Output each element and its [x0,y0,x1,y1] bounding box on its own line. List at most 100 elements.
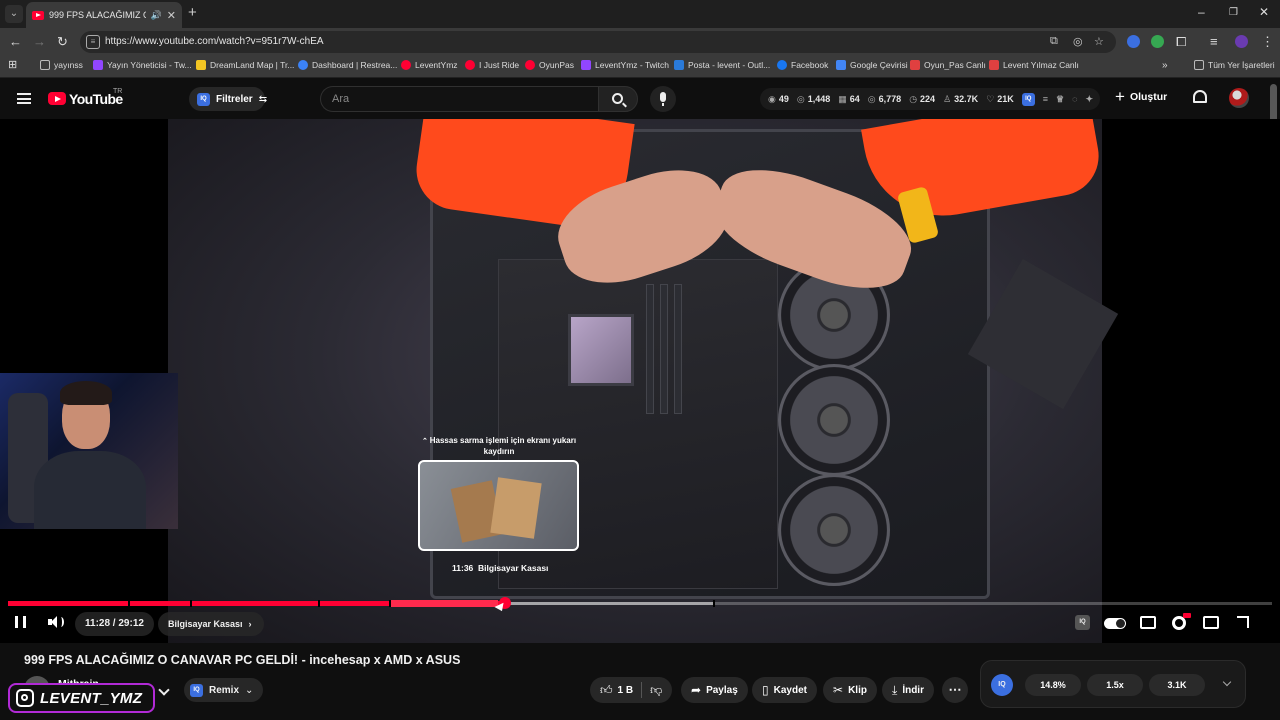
bookmark-item[interactable]: LeventYmz [401,60,458,70]
theater-mode-icon[interactable] [1203,616,1219,629]
install-app-icon[interactable]: ⧉ [1050,35,1058,48]
scissors-icon: ✂ [833,683,844,697]
filters-button[interactable]: IQ Filtreler ⇆ [189,87,268,111]
stat-value: 32.7K [954,94,979,104]
reload-icon[interactable]: ↻ [57,34,68,50]
close-tab-icon[interactable]: ✕ [167,9,176,22]
seek-preview-thumbnail [418,460,579,551]
bookmark-item[interactable]: LeventYmz - Twitch [581,60,669,70]
extension-green-icon[interactable] [1151,35,1164,48]
site-info-icon[interactable]: ≡ [86,35,100,49]
eye-off-icon[interactable]: ◎ [1073,35,1083,48]
apps-grid-icon[interactable]: ⊞ [8,58,17,71]
iq-player-icon[interactable]: IQ [1075,615,1090,630]
search-input[interactable]: Ara [320,86,598,112]
subtitles-icon[interactable] [1140,616,1156,629]
search-button[interactable] [598,86,638,112]
bookmark-item[interactable]: DreamLand Map | Tr... [196,60,294,70]
stat-value: 224 [920,94,936,104]
chapter-button[interactable]: Bilgisayar Kasası › [158,612,264,636]
save-button[interactable]: ▯ Kaydet [752,677,817,703]
guide-menu-icon[interactable] [17,93,31,104]
clip-button[interactable]: ✂ Klip [823,677,877,703]
chevron-down-icon[interactable] [1222,677,1232,687]
bookmark-label: yayınss [54,60,83,70]
remix-button[interactable]: IQ Remix ⌄ [184,678,264,702]
bookmark-label: Dashboard | Restrea... [312,60,398,70]
stat-value: 21K [997,94,1014,104]
list-icon[interactable]: ≡ [1043,94,1048,104]
bookmark-item[interactable]: Dashboard | Restrea... [298,60,397,70]
iq-stat-cell: 3.1K [1149,674,1205,696]
more-actions-button[interactable]: ⋯ [942,677,968,703]
pause-icon[interactable] [15,616,26,628]
fullscreen-icon[interactable] [1237,616,1249,628]
window-close-icon[interactable]: ✕ [1259,5,1269,19]
chat-icon[interactable]: ◌ [1072,94,1077,104]
bookmark-item[interactable]: I Just Ride [465,60,519,70]
tab-search-button[interactable]: ⌄ [5,5,23,23]
extensions-puzzle-icon[interactable]: ⧠ [1176,34,1186,50]
stat-item: ◎ 6,778 [868,94,901,105]
stat-item: ♙ 32.7K [943,94,978,105]
sliders-icon: ⇆ [258,93,268,105]
clock-icon: ◷ [909,93,918,104]
download-icon: ⤓ [892,682,898,697]
seek-hint-label: Hassas sarma işlemi için ekranı yukarı k… [429,436,577,456]
speaker-icon[interactable]: 🔊 [151,10,162,21]
download-button[interactable]: ⤓ İndir [882,677,934,703]
bookmark-label: DreamLand Map | Tr... [210,60,295,70]
bookmark-label: Oyun_Pas Canlı [924,60,986,70]
more-bookmarks-icon[interactable]: » [1162,60,1168,71]
minimize-icon[interactable]: – [1198,5,1205,19]
create-button[interactable]: + Oluştur [1115,87,1167,107]
voice-search-button[interactable] [650,86,676,112]
account-avatar[interactable] [1229,88,1249,108]
twitch-icon [581,60,591,70]
autoplay-toggle[interactable] [1104,618,1126,629]
restore-icon[interactable]: ❐ [1229,7,1238,18]
sparkle-icon[interactable]: ✦ [1085,94,1093,105]
settings-gear-icon[interactable] [1172,616,1186,630]
media-controls-icon[interactable]: ≡ [1210,34,1218,49]
bookmark-item[interactable]: Posta - levent - Outl... [674,60,770,70]
stat-item: ♡ 21K [986,94,1014,105]
volume-icon[interactable] [48,616,64,628]
address-bar[interactable]: ≡ https://www.youtube.com/watch?v=951r7W… [80,31,1116,53]
bookmarks-bar: ⊞ yayınss Yayın Yöneticisi - Tw... Dream… [0,56,1280,78]
notifications-bell-icon[interactable] [1193,90,1207,103]
profile-avatar[interactable] [1235,35,1248,48]
bookmark-item[interactable]: Oyun_Pas Canlı [910,60,986,70]
video-player[interactable]: ⌃ Hassas sarma işlemi için ekranı yukarı… [0,119,1280,643]
bookmark-star-icon[interactable]: ☆ [1094,35,1104,48]
streamer-hair-image [60,381,112,405]
stat-item: ◷ 224 [909,94,935,105]
thumbs-up-icon[interactable]: 👍︎ [600,683,613,698]
active-tab[interactable]: 999 FPS ALACAĞIMIZ O CANAVAR PC GELDİ! -… [26,2,182,28]
bookmark-item[interactable]: Facebook [777,60,828,70]
ram-stick-image [646,284,654,414]
like-count[interactable]: 1 B [618,685,634,696]
iq-icon: IQ [197,92,210,106]
chapter-marker [190,600,192,607]
bookmark-item[interactable]: Google Çevirisi [836,60,908,70]
bookmark-item[interactable]: yayınss [40,60,83,70]
thumbs-down-icon[interactable]: 👎︎ [650,683,662,698]
browser-menu-icon[interactable]: ⋮ [1261,34,1274,50]
forward-icon[interactable]: → [33,34,46,49]
bookmark-item[interactable]: Levent Yılmaz Canlı [989,60,1079,70]
extension-iq-icon[interactable] [1127,35,1140,48]
bookmark-item[interactable]: Yayın Yöneticisi - Tw... [93,60,192,70]
translate-icon [836,60,846,70]
bookmark-item[interactable]: OyunPas [525,60,574,70]
chapter-label: Bilgisayar Kasası [168,619,243,629]
trophy-icon[interactable]: ♕ [1056,94,1064,105]
iq-icon[interactable]: IQ [1021,92,1035,106]
new-tab-button[interactable]: + [188,4,197,21]
chevrons-up-icon: ⌃ [421,438,430,445]
url-text[interactable]: https://www.youtube.com/watch?v=951r7W-c… [105,36,324,47]
all-bookmarks-button[interactable]: Tüm Yer İşaretleri [1194,60,1275,70]
youtube-logo-icon[interactable] [48,92,66,105]
back-icon[interactable]: ← [9,34,22,49]
share-button[interactable]: ➦ Paylaş [681,677,748,703]
